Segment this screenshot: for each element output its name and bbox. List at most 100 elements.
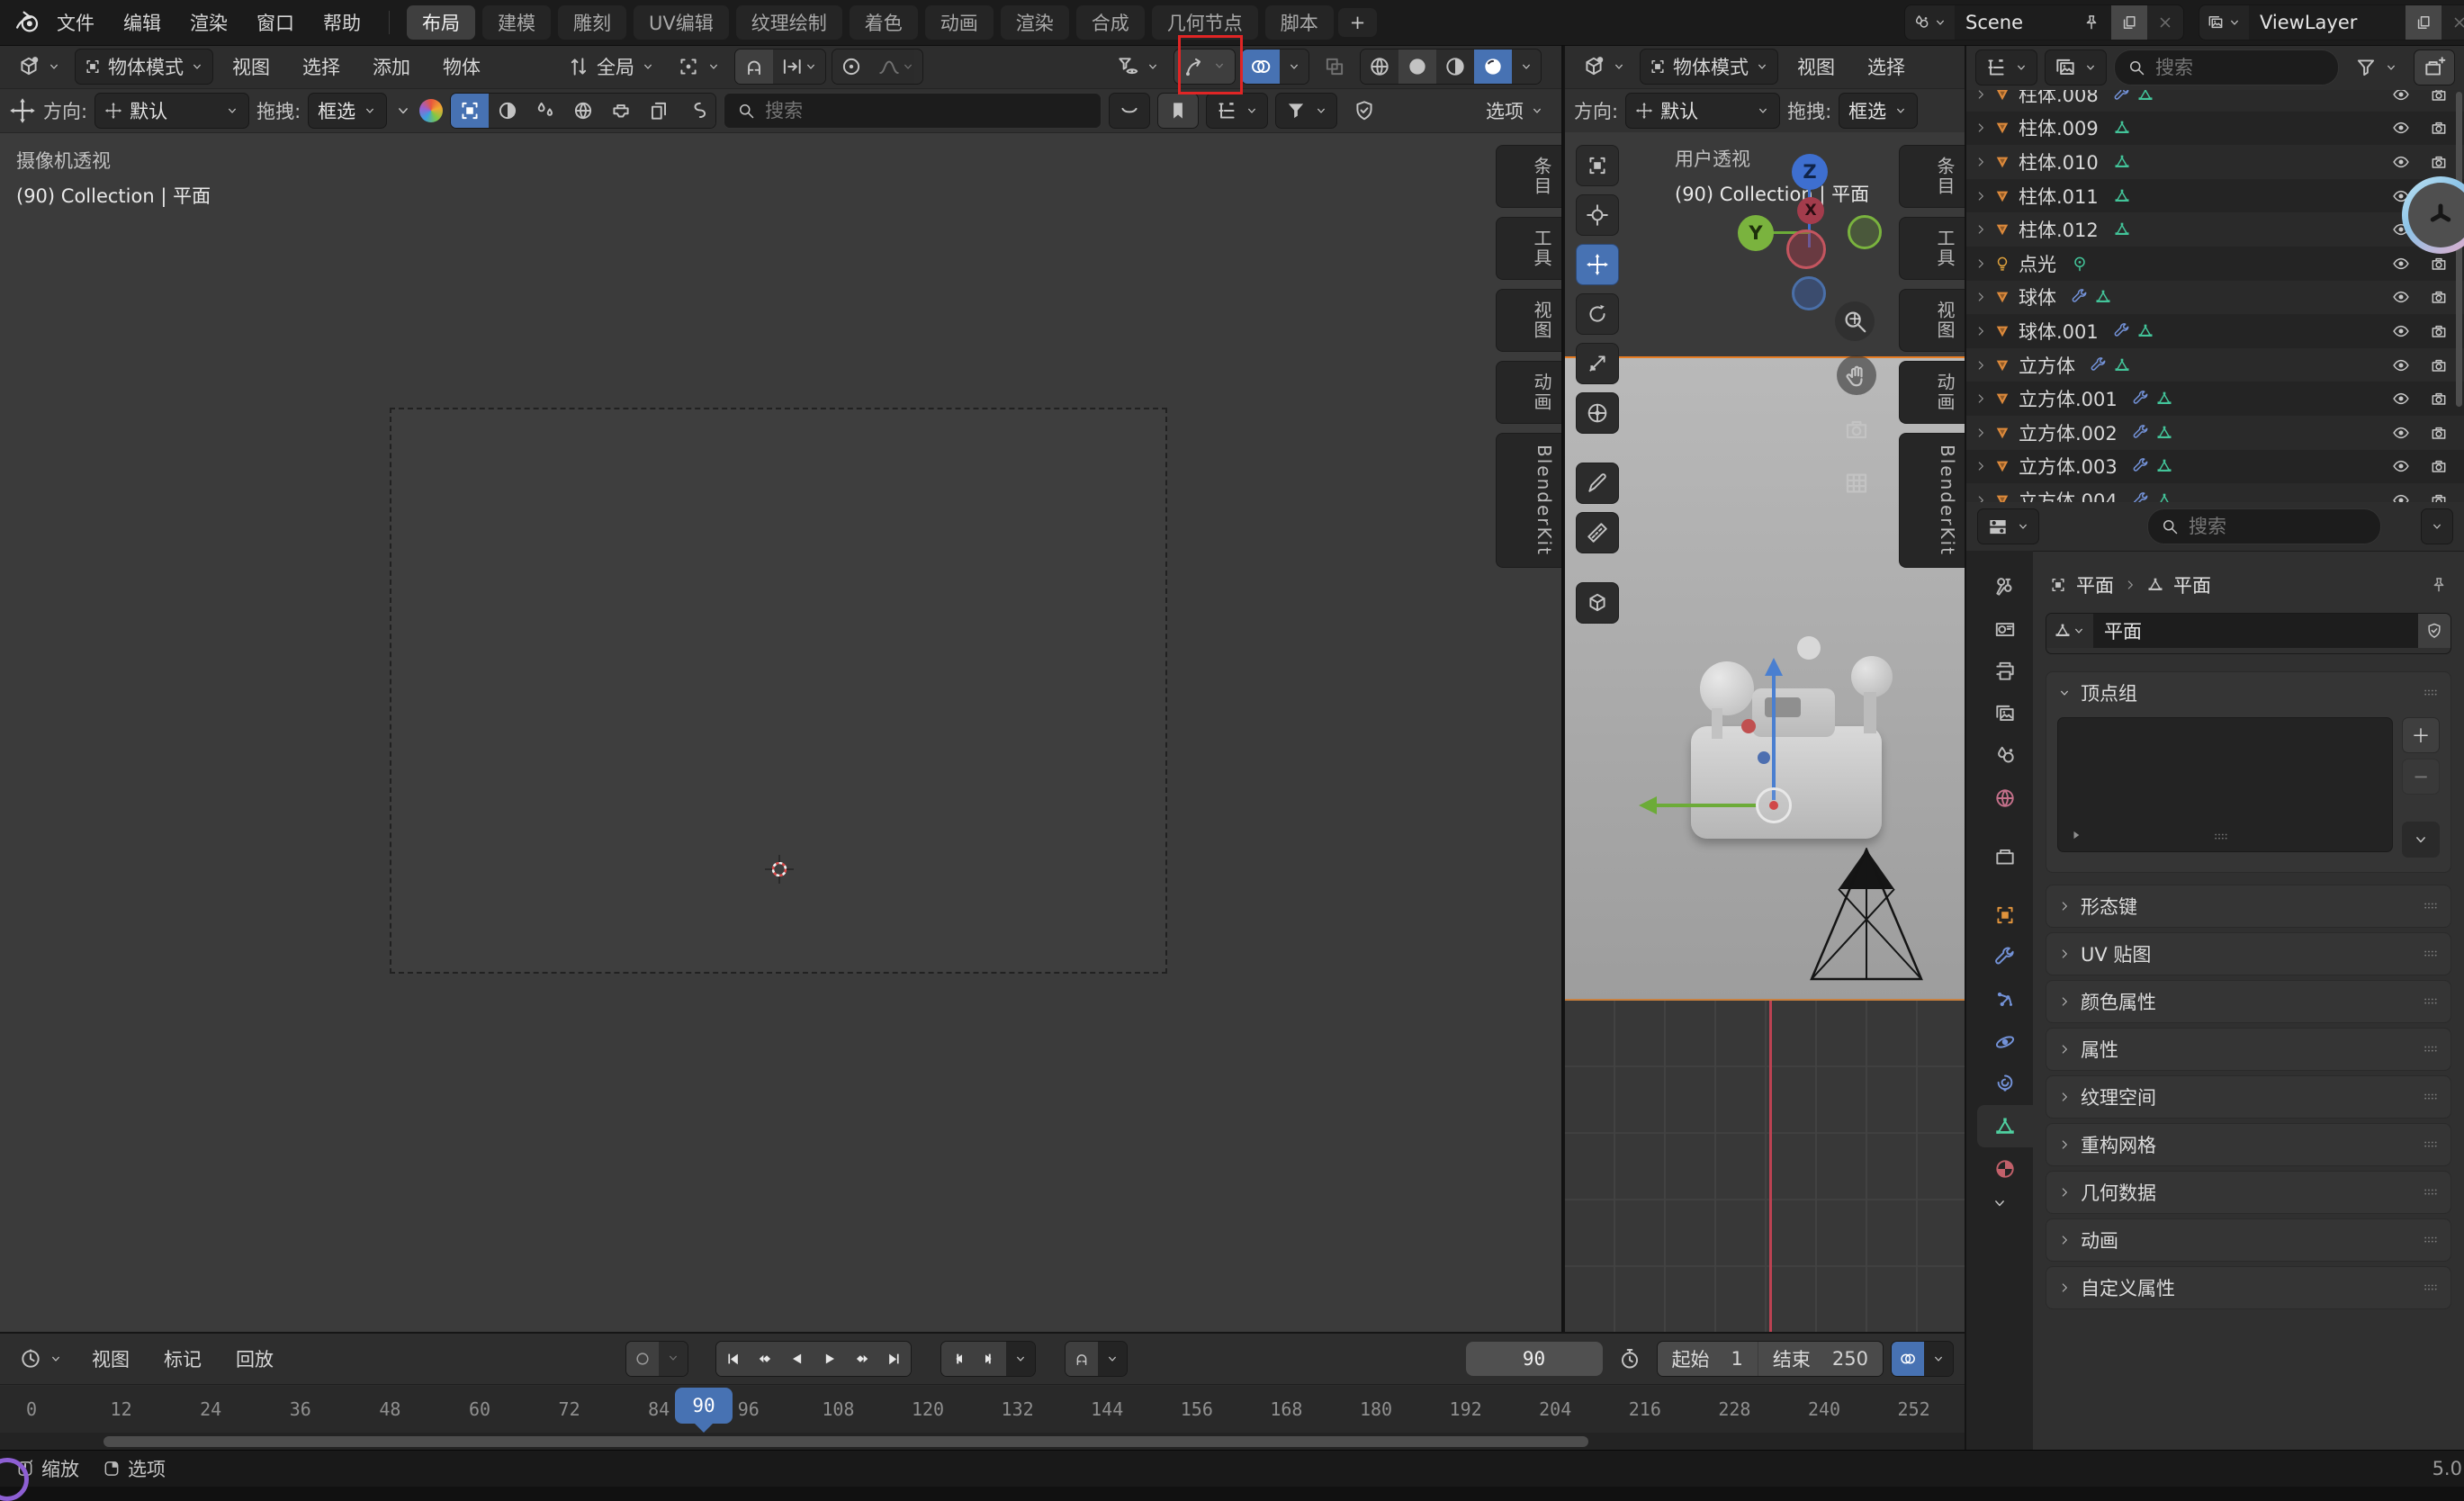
timeline-menu-0[interactable]: 视图: [78, 1342, 143, 1376]
eye-icon[interactable]: [2392, 153, 2410, 171]
mode-selector[interactable]: 物体模式: [75, 49, 213, 85]
overlay-dropdown[interactable]: [1924, 1342, 1953, 1376]
wrench-icon[interactable]: [2071, 288, 2089, 306]
panel-collapsed[interactable]: 重构网格: [2046, 1123, 2451, 1166]
side-tab-0[interactable]: 条目: [1899, 145, 1965, 208]
object-name[interactable]: 点光: [2019, 250, 2056, 277]
camera-icon[interactable]: [2430, 288, 2448, 306]
panel-collapsed[interactable]: 属性: [2046, 1028, 2451, 1071]
side-tab-3[interactable]: 动画: [1899, 361, 1965, 424]
object-name[interactable]: 球体: [2019, 283, 2056, 310]
camera-view-button[interactable]: [1837, 409, 1876, 449]
viewlayer-browse-button[interactable]: [2199, 5, 2249, 40]
workspace-tab-8[interactable]: 合成: [1076, 5, 1145, 40]
object-type-visibility[interactable]: [1108, 49, 1168, 84]
remove-vertex-group-button[interactable]: −: [2402, 759, 2440, 795]
proportional-toggle[interactable]: [832, 49, 870, 84]
properties-tab-particles[interactable]: [1977, 978, 2033, 1020]
tool-annotate[interactable]: [1576, 463, 1619, 504]
chevron-down-icon[interactable]: [2016, 519, 2030, 534]
gizmo-z[interactable]: Z: [1792, 154, 1828, 190]
pointlight-icon[interactable]: [2071, 255, 2089, 273]
outliner-row[interactable]: 立方体.002: [1966, 416, 2464, 450]
show-markers-toggle[interactable]: [1892, 1342, 1924, 1376]
orientation-field[interactable]: 默认: [1625, 93, 1780, 129]
chevron-down-icon[interactable]: [47, 59, 61, 74]
chevron-down-icon[interactable]: [641, 59, 655, 74]
eye-icon[interactable]: [2392, 322, 2410, 340]
tool-move[interactable]: [1576, 244, 1619, 285]
show-overlays-button[interactable]: [1242, 49, 1280, 84]
meshdata-icon[interactable]: [2155, 491, 2173, 502]
workspace-tab-5[interactable]: 着色: [850, 5, 918, 40]
side-tab-2[interactable]: 视图: [1899, 289, 1965, 352]
camera-icon[interactable]: [2430, 255, 2448, 273]
editor-type-button[interactable]: [1574, 49, 1634, 84]
shading-solid[interactable]: [1398, 49, 1436, 84]
viewport-menu-3[interactable]: 物体: [429, 49, 494, 84]
editor-type-button[interactable]: [9, 49, 69, 84]
gizmo-z-neg[interactable]: [1792, 276, 1826, 310]
side-tab-4[interactable]: BlenderKit: [1899, 433, 1965, 568]
eye-icon[interactable]: [2392, 491, 2410, 502]
add-vertex-group-button[interactable]: ＋: [2402, 717, 2440, 753]
menu-0[interactable]: 文件: [43, 5, 108, 40]
properties-tab-output[interactable]: [1977, 650, 2033, 692]
viewlayer-delete-button[interactable]: [2442, 5, 2464, 40]
chevron-down-icon[interactable]: [2072, 624, 2086, 638]
viewport-menu-1[interactable]: 选择: [289, 49, 354, 84]
asset-type-printable[interactable]: [602, 94, 640, 128]
panel-collapsed[interactable]: 纹理空间: [2046, 1075, 2451, 1119]
meshdata-icon[interactable]: [2136, 90, 2154, 103]
chevron-down-icon[interactable]: [1755, 59, 1769, 74]
side-tab-1[interactable]: 工具: [1496, 217, 1561, 280]
chevron-right-icon[interactable]: [1974, 121, 1988, 135]
tool-select-box[interactable]: [1576, 145, 1619, 186]
camera-icon[interactable]: [2430, 90, 2448, 103]
overlays-dropdown[interactable]: [1280, 49, 1308, 84]
asset-type-hdr[interactable]: [564, 94, 602, 128]
grip-icon[interactable]: [2422, 993, 2440, 1011]
outliner-row[interactable]: 立方体: [1966, 348, 2464, 382]
workspace-tab-4[interactable]: 纹理绘制: [736, 5, 842, 40]
panel-collapsed[interactable]: 几何数据: [2046, 1171, 2451, 1214]
object-name[interactable]: 立方体.001: [2019, 385, 2118, 412]
chevron-down-icon[interactable]: [2057, 686, 2072, 700]
shading-material[interactable]: [1436, 49, 1474, 84]
grip-icon[interactable]: [2422, 945, 2440, 963]
viewport-menu-1[interactable]: 选择: [1854, 49, 1919, 84]
verified-button[interactable]: [1344, 94, 1384, 128]
chevron-right-icon[interactable]: [1974, 324, 1988, 338]
blender-logo-icon[interactable]: [14, 9, 41, 36]
chevron-down-icon[interactable]: [666, 1351, 680, 1365]
shading-rendered[interactable]: [1474, 49, 1512, 84]
properties-tab-viewlayer[interactable]: [1977, 692, 2033, 734]
grip-icon[interactable]: [2422, 1088, 2440, 1106]
current-frame-field[interactable]: 90: [1466, 1342, 1603, 1376]
snap-target[interactable]: [773, 49, 825, 84]
object-name[interactable]: 立方体.003: [2019, 453, 2118, 480]
chevron-down-icon[interactable]: [901, 59, 915, 74]
orientation-field[interactable]: 默认: [94, 93, 249, 129]
add-workspace-button[interactable]: +: [1338, 8, 1378, 37]
viewlayer-copy-button[interactable]: [2406, 5, 2442, 40]
outliner-row[interactable]: 柱体.011: [1966, 179, 2464, 213]
chevron-down-icon[interactable]: [1013, 1352, 1028, 1366]
properties-tab-tool[interactable]: [1977, 565, 2033, 607]
chevron-right-icon[interactable]: [1974, 189, 1988, 203]
chevron-down-icon[interactable]: [1991, 1194, 2009, 1212]
eye-icon[interactable]: [2392, 457, 2410, 475]
asset-type-scene[interactable]: [526, 94, 564, 128]
panel-collapsed[interactable]: UV 贴图: [2046, 932, 2451, 975]
scene-copy-button[interactable]: [2111, 5, 2147, 40]
outliner-search[interactable]: [2114, 49, 2339, 85]
eye-icon[interactable]: [2392, 90, 2410, 103]
playhead[interactable]: 90: [675, 1388, 733, 1424]
chevron-down-icon[interactable]: [1530, 103, 1544, 118]
asset-search-input[interactable]: [763, 99, 1087, 122]
play-reverse-button[interactable]: [781, 1342, 814, 1376]
chevron-down-icon[interactable]: [394, 102, 412, 120]
meshdata-icon[interactable]: [2113, 356, 2131, 374]
outliner-row[interactable]: 柱体.010: [1966, 145, 2464, 179]
properties-tab-physics[interactable]: [1977, 1020, 2033, 1063]
